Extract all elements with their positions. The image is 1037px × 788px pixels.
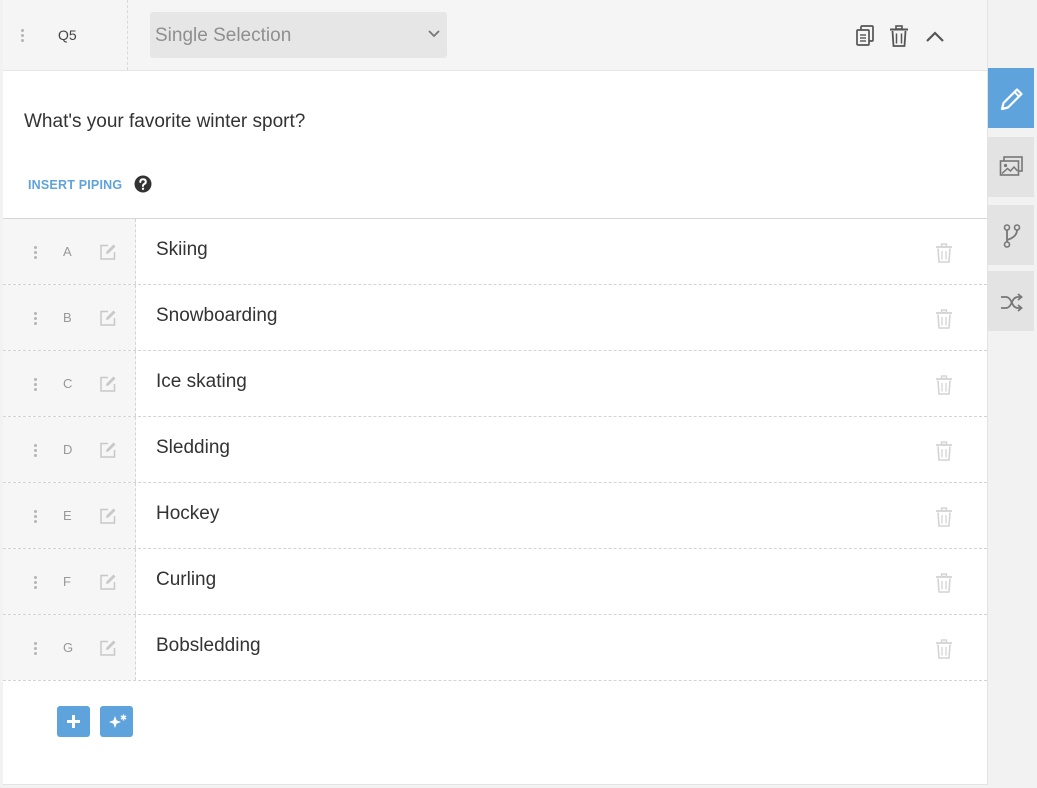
copy-icon[interactable] [855,25,875,47]
plus-icon [67,715,80,728]
insert-piping-link[interactable]: INSERT PIPING [28,178,122,192]
question-type-select[interactable]: Single Selection [150,12,447,58]
answer-text[interactable]: Snowboarding [156,305,277,327]
add-answer-button[interactable] [57,706,90,737]
answer-row: A Skiing [3,219,987,285]
question-header: Q5 Single Selection [3,0,987,71]
answer-row: F Curling [3,549,987,615]
trash-icon[interactable] [889,25,909,47]
drag-handle-icon[interactable] [34,246,40,261]
answer-letter: B [63,310,72,325]
edit-icon[interactable] [99,309,117,327]
edit-icon[interactable] [99,573,117,591]
question-number-cell: Q5 [3,0,128,70]
edit-icon[interactable] [99,507,117,525]
drag-handle-icon[interactable] [34,312,40,327]
trash-icon[interactable] [935,639,953,659]
pencil-icon [1000,88,1023,111]
drag-handle-icon[interactable] [34,642,40,657]
answer-list: A Skiing B Snowboarding C Ice skating D … [3,218,987,681]
answer-row: D Sledding [3,417,987,483]
answer-text[interactable]: Sledding [156,437,230,459]
answer-row: C Ice skating [3,351,987,417]
media-tab[interactable] [988,137,1034,197]
answer-letter: G [63,640,74,655]
edit-icon[interactable] [99,441,117,459]
answer-text[interactable]: Bobsledding [156,635,261,657]
trash-icon[interactable] [935,507,953,527]
answer-letter: C [63,376,73,391]
question-card: Q5 Single Selection What's your favorite [3,0,988,785]
shuffle-icon [1001,293,1023,312]
drag-handle-icon[interactable] [21,29,27,44]
drag-handle-icon[interactable] [34,378,40,393]
question-number: Q5 [58,27,77,43]
edit-icon[interactable] [99,639,117,657]
chevron-down-icon [428,30,440,38]
answer-text[interactable]: Skiing [156,239,208,261]
trash-icon[interactable] [935,243,953,263]
answer-row: E Hockey [3,483,987,549]
answer-handle-cell: D [3,417,136,482]
answer-handle-cell: A [3,219,136,284]
answer-letter: E [63,508,72,523]
answer-letter: F [63,574,71,589]
help-icon[interactable] [134,175,152,193]
question-type-value: Single Selection [155,25,292,46]
magic-answer-button[interactable] [100,706,133,737]
logic-tab[interactable] [988,205,1034,265]
magic-icon [109,714,127,728]
answer-handle-cell: B [3,285,136,350]
drag-handle-icon[interactable] [34,444,40,459]
drag-handle-icon[interactable] [34,576,40,591]
answer-text[interactable]: Ice skating [156,371,247,393]
answer-letter: D [63,442,73,457]
chevron-up-icon[interactable] [925,30,945,44]
answer-handle-cell: C [3,351,136,416]
answer-letter: A [63,244,72,259]
edit-icon[interactable] [99,375,117,393]
question-text[interactable]: What's your favorite winter sport? [24,111,305,133]
drag-handle-icon[interactable] [34,510,40,525]
answer-row: G Bobsledding [3,615,987,681]
answer-row: B Snowboarding [3,285,987,351]
trash-icon[interactable] [935,441,953,461]
trash-icon[interactable] [935,309,953,329]
answer-handle-cell: E [3,483,136,548]
images-icon [999,156,1023,176]
trash-icon[interactable] [935,375,953,395]
answer-handle-cell: G [3,615,136,680]
trash-icon[interactable] [935,573,953,593]
randomize-tab[interactable] [988,271,1034,331]
edit-tab[interactable] [988,68,1034,128]
edit-icon[interactable] [99,243,117,261]
answer-text[interactable]: Curling [156,569,216,591]
branch-icon [1003,224,1021,248]
answer-handle-cell: F [3,549,136,614]
answer-text[interactable]: Hockey [156,503,219,525]
